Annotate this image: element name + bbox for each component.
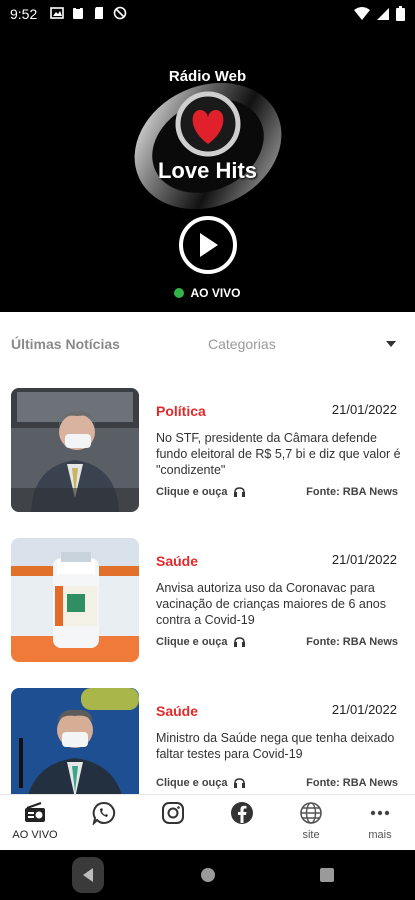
news-source: Fonte: RBA News <box>306 636 398 648</box>
recent-apps-button[interactable] <box>320 868 334 882</box>
news-item[interactable]: Política 21/01/2022 No STF, presidente d… <box>0 388 415 516</box>
radio-icon <box>25 802 45 822</box>
system-navigation-bar <box>0 850 415 900</box>
play-icon <box>200 233 218 257</box>
news-category: Política <box>156 403 206 419</box>
vinyl-heart-logo <box>134 82 282 210</box>
status-bar: 9:52 <box>0 0 415 28</box>
category-dropdown[interactable]: Categorias <box>208 336 276 352</box>
wifi-icon <box>354 6 370 20</box>
logo-title: Love Hits <box>157 158 258 183</box>
live-indicator: AO VIVO <box>0 286 415 300</box>
nav-instagram[interactable] <box>138 795 208 851</box>
headphones-icon <box>233 778 245 788</box>
live-label: AO VIVO <box>190 286 241 300</box>
news-category: Saúde <box>156 553 199 569</box>
vaccine-photo <box>11 538 139 662</box>
back-button[interactable] <box>72 857 104 893</box>
home-button[interactable] <box>201 868 215 882</box>
news-title[interactable]: No STF, presidente da Câmara defende fun… <box>156 430 402 478</box>
player-header: Rádio Web Love Hits AO VIVO <box>0 28 415 312</box>
news-thumbnail[interactable] <box>11 388 139 512</box>
nav-facebook[interactable] <box>207 795 277 851</box>
listen-button[interactable]: Clique e ouça <box>156 777 245 789</box>
nav-label: AO VIVO <box>12 829 58 841</box>
logo-subtitle: Rádio Web <box>168 68 247 85</box>
minister-photo <box>11 688 139 794</box>
news-date: 21/01/2022 <box>331 702 397 717</box>
news-title[interactable]: Ministro da Saúde nega que tenha deixado… <box>156 730 402 762</box>
headphones-icon <box>233 487 245 497</box>
news-category: Saúde <box>156 703 199 719</box>
back-icon <box>83 868 93 882</box>
news-date: 21/01/2022 <box>331 402 397 417</box>
bottom-navigation: AO VIVO site mais <box>0 794 415 850</box>
facebook-icon <box>231 802 253 824</box>
chevron-down-icon[interactable] <box>386 341 396 347</box>
news-source: Fonte: RBA News <box>306 486 398 498</box>
globe-icon <box>300 802 322 824</box>
live-dot-icon <box>174 288 185 298</box>
play-button[interactable] <box>179 216 237 274</box>
sd-card-icon <box>95 7 103 19</box>
section-title: Últimas Notícias <box>11 336 120 352</box>
listen-button[interactable]: Clique e ouça <box>156 636 245 648</box>
listen-button[interactable]: Clique e ouça <box>156 486 245 498</box>
instagram-icon <box>162 802 184 824</box>
nav-whatsapp[interactable] <box>69 795 139 851</box>
filter-row: Últimas Notícias Categorias <box>0 312 415 374</box>
news-date: 21/01/2022 <box>331 552 397 567</box>
news-thumbnail[interactable] <box>11 538 139 662</box>
no-data-icon <box>113 6 127 20</box>
battery-icon <box>396 6 405 21</box>
nav-ao-vivo[interactable]: AO VIVO <box>0 795 70 851</box>
listen-label: Clique e ouça <box>156 777 228 789</box>
headphones-icon <box>233 637 245 647</box>
more-icon <box>370 810 390 816</box>
nav-label: mais <box>368 829 392 841</box>
politician-photo <box>11 388 139 512</box>
news-thumbnail[interactable] <box>11 688 139 794</box>
signal-icon <box>377 7 389 20</box>
nav-mais[interactable]: mais <box>345 795 415 851</box>
clipboard-icon <box>73 7 83 19</box>
news-item[interactable]: Saúde 21/01/2022 Ministro da Saúde nega … <box>0 688 415 794</box>
whatsapp-icon <box>92 801 116 825</box>
listen-label: Clique e ouça <box>156 486 228 498</box>
nav-site[interactable]: site <box>276 795 346 851</box>
status-time: 9:52 <box>10 6 38 22</box>
news-title[interactable]: Anvisa autoriza uso da Coronavac para va… <box>156 580 402 628</box>
news-source: Fonte: RBA News <box>306 777 398 789</box>
image-icon <box>50 7 64 19</box>
nav-label: site <box>302 829 320 841</box>
news-item[interactable]: Saúde 21/01/2022 Anvisa autoriza uso da … <box>0 538 415 666</box>
news-panel: Últimas Notícias Categorias Política 21/… <box>0 312 415 794</box>
listen-label: Clique e ouça <box>156 636 228 648</box>
